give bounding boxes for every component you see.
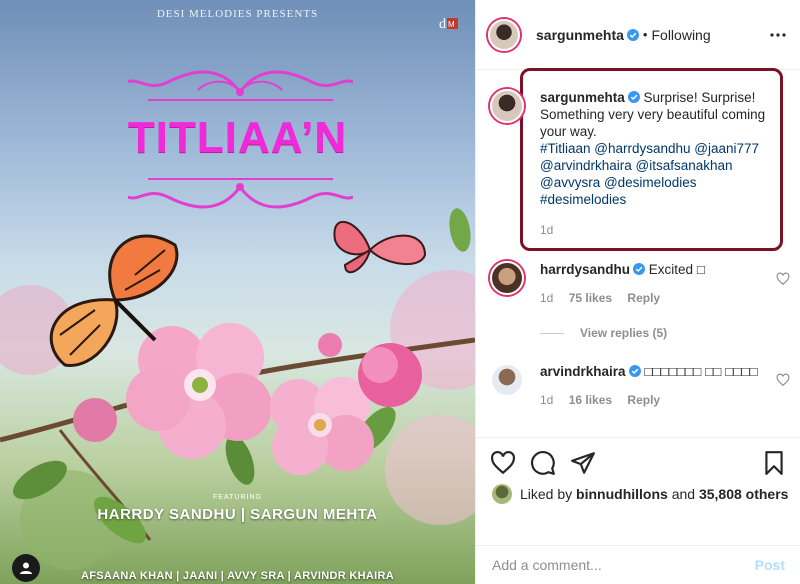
commenter-username[interactable]: harrdysandhu	[540, 262, 630, 277]
caption-tags-2[interactable]: @arvindrkhaira @itsafsanakhan	[540, 157, 770, 174]
caption-time[interactable]: 1d	[540, 223, 553, 237]
svg-text:d: d	[439, 17, 446, 32]
view-replies-line	[540, 332, 564, 334]
reply-button[interactable]: Reply	[627, 393, 660, 407]
add-comment-bar: Post	[476, 545, 800, 584]
caption: sargunmehta Surprise! Surprise! Somethin…	[490, 89, 790, 239]
comment-item: arvindrkhaira □□□□□□□ □□ □□□□ 1d 16 like…	[490, 363, 790, 409]
verified-badge-icon	[626, 28, 639, 41]
post-header: sargunmehta • Following	[476, 0, 800, 70]
post-comment-button[interactable]: Post	[755, 557, 785, 573]
poster-cast: HARRDY SANDHU | SARGUN MEHTA	[97, 506, 378, 523]
poster-title: TITLIAA’N	[127, 113, 348, 162]
post-image[interactable]: DESI MELODIES PRESENTS d M TITLIAA’N FEA…	[0, 0, 475, 584]
reply-button[interactable]: Reply	[627, 291, 660, 305]
comment-time[interactable]: 1d	[540, 291, 553, 305]
liker-avatar[interactable]	[492, 484, 512, 504]
caption-tags-1[interactable]: #Titliaan @harrdysandhu @jaani777	[540, 140, 770, 157]
comment-time[interactable]: 1d	[540, 393, 553, 407]
more-horizontal-icon	[770, 32, 786, 37]
ornament-bottom	[128, 178, 353, 209]
share-paper-plane-icon[interactable]	[570, 450, 596, 476]
desi-melodies-logo: d M	[439, 17, 458, 32]
commenter-avatar[interactable]	[490, 363, 524, 397]
caption-username[interactable]: sargunmehta	[540, 90, 625, 105]
commenter-username[interactable]: arvindrkhaira	[540, 364, 626, 379]
view-replies-label: View replies (5)	[580, 326, 668, 340]
commenter-avatar[interactable]	[490, 261, 524, 295]
header-separator: •	[642, 27, 648, 42]
verified-badge-icon	[627, 91, 640, 103]
like-comment-heart-icon[interactable]	[776, 272, 790, 286]
caption-tags-4[interactable]: #desimelodies	[540, 191, 770, 208]
verified-badge-icon	[628, 365, 641, 377]
like-comment-heart-icon[interactable]	[776, 373, 790, 387]
likes-summary: Liked by binnudhillons and 35,808 others	[492, 484, 788, 504]
comment-likes[interactable]: 75 likes	[569, 291, 612, 305]
comment-text: □□□□□□□ □□ □□□□	[644, 364, 758, 379]
likes-and: and	[671, 486, 696, 502]
caption-tags-3[interactable]: @avvysra @desimelodies	[540, 174, 770, 191]
liker-username[interactable]: binnudhillons	[576, 486, 668, 502]
post-side-panel: sargunmehta • Following sargunmehta Surp…	[475, 0, 800, 584]
likes-prefix: Liked by	[520, 486, 573, 502]
add-comment-input[interactable]	[492, 557, 755, 573]
save-bookmark-icon[interactable]	[761, 450, 787, 476]
poster-featuring: FEATURING	[213, 494, 262, 501]
ornament-top	[128, 70, 353, 101]
user-icon	[20, 562, 32, 574]
more-options-button[interactable]	[768, 25, 788, 45]
comment-text: Excited □	[648, 262, 705, 277]
svg-text:M: M	[448, 20, 455, 29]
comment-likes[interactable]: 16 likes	[569, 393, 612, 407]
verified-badge-icon	[633, 263, 646, 275]
post-actions-bar	[476, 437, 800, 487]
following-button[interactable]: Following	[651, 27, 710, 43]
view-replies-button[interactable]: View replies (5)	[540, 326, 667, 340]
caption-author-avatar[interactable]	[490, 89, 524, 123]
comment-bubble-icon[interactable]	[530, 450, 556, 476]
likes-others[interactable]: 35,808 others	[699, 486, 789, 502]
poster-credits: AFSAANA KHAN | JAANI | AVVY SRA | ARVIND…	[81, 570, 394, 582]
author-avatar[interactable]	[488, 18, 520, 51]
tagged-users-button[interactable]	[12, 554, 40, 582]
author-username[interactable]: sargunmehta	[536, 27, 624, 43]
like-heart-icon[interactable]	[490, 450, 516, 476]
comment-item: harrdysandhu Excited □ 1d 75 likes Reply	[490, 261, 790, 307]
poster-presents: DESI MELODIES PRESENTS	[156, 8, 319, 20]
